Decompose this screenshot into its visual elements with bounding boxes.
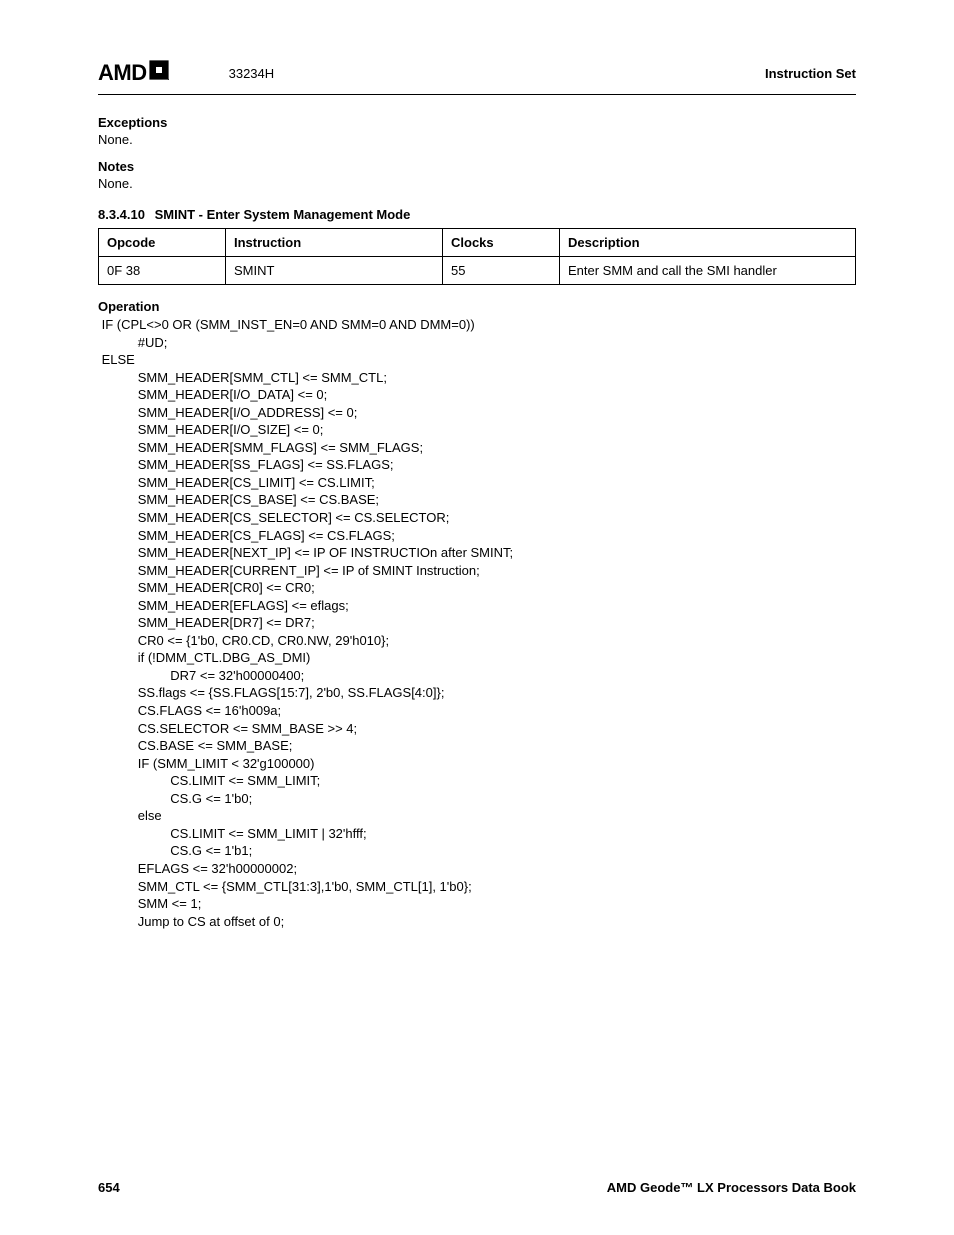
- section-title: SMINT - Enter System Management Mode: [155, 207, 411, 222]
- header-section: Instruction Set: [765, 66, 856, 81]
- th-description: Description: [560, 229, 856, 257]
- table-header-row: Opcode Instruction Clocks Description: [99, 229, 856, 257]
- th-instruction: Instruction: [226, 229, 443, 257]
- td-instruction: SMINT: [226, 257, 443, 285]
- operation-code: IF (CPL<>0 OR (SMM_INST_EN=0 AND SMM=0 A…: [98, 316, 856, 930]
- logo-text: AMD: [98, 60, 147, 86]
- page-header: AMD 33234H Instruction Set: [98, 60, 856, 95]
- section-number: 8.3.4.10: [98, 207, 145, 222]
- doc-code: 33234H: [229, 66, 275, 81]
- exceptions-text: None.: [98, 132, 856, 147]
- exceptions-heading: Exceptions: [98, 115, 856, 130]
- header-left: AMD 33234H: [98, 60, 274, 86]
- page: AMD 33234H Instruction Set Exceptions No…: [0, 0, 954, 1235]
- td-clocks: 55: [443, 257, 560, 285]
- page-footer: 654 AMD Geode™ LX Processors Data Book: [98, 1180, 856, 1195]
- opcode-table: Opcode Instruction Clocks Description 0F…: [98, 228, 856, 285]
- operation-heading: Operation: [98, 299, 856, 314]
- td-opcode: 0F 38: [99, 257, 226, 285]
- notes-heading: Notes: [98, 159, 856, 174]
- notes-text: None.: [98, 176, 856, 191]
- amd-logo-mark: [149, 60, 169, 86]
- section-heading: 8.3.4.10 SMINT - Enter System Management…: [98, 207, 856, 222]
- th-clocks: Clocks: [443, 229, 560, 257]
- td-description: Enter SMM and call the SMI handler: [560, 257, 856, 285]
- page-number: 654: [98, 1180, 120, 1195]
- table-row: 0F 38 SMINT 55 Enter SMM and call the SM…: [99, 257, 856, 285]
- amd-logo: AMD: [98, 60, 169, 86]
- th-opcode: Opcode: [99, 229, 226, 257]
- book-title: AMD Geode™ LX Processors Data Book: [607, 1180, 856, 1195]
